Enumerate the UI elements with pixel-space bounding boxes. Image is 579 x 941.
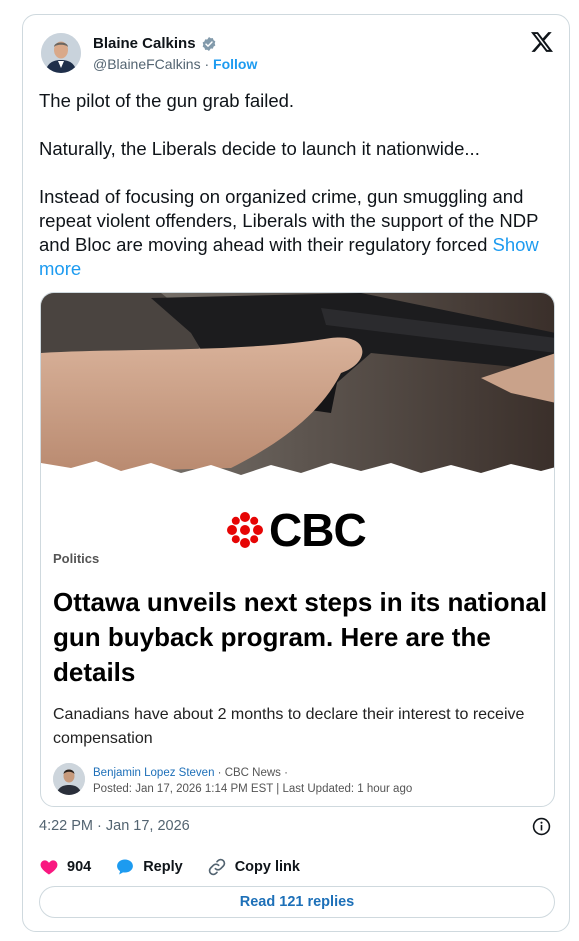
like-count: 904 bbox=[67, 859, 92, 875]
handle-separator: · bbox=[204, 56, 210, 72]
tweet-paragraph: The pilot of the gun grab failed. bbox=[39, 90, 295, 111]
byline-dates: Posted: Jan 17, 2026 1:14 PM EST | Last … bbox=[93, 783, 413, 795]
author-name[interactable]: Blaine Calkins bbox=[93, 35, 196, 52]
copy-link-label: Copy link bbox=[234, 859, 300, 875]
follow-button[interactable]: Follow bbox=[213, 56, 257, 72]
tweet-paragraph: Naturally, the Liberals decide to launch… bbox=[39, 138, 480, 159]
reply-bubble-icon bbox=[117, 859, 134, 875]
cbc-gem-icon bbox=[227, 512, 263, 548]
article-headline[interactable]: Ottawa unveils next steps in its nationa… bbox=[53, 585, 548, 690]
tweet-card: Blaine Calkins @BlaineFCalkins · Follow … bbox=[22, 14, 570, 932]
verified-badge-icon bbox=[202, 36, 215, 51]
reply-button[interactable]: Reply bbox=[115, 857, 183, 877]
byline-author[interactable]: Benjamin Lopez Steven bbox=[93, 767, 214, 779]
like-button[interactable]: 904 bbox=[39, 857, 91, 877]
article-section: Politics bbox=[53, 551, 100, 566]
read-replies-label: Read 121 replies bbox=[239, 894, 355, 910]
info-icon[interactable] bbox=[532, 817, 551, 836]
author-handle[interactable]: @BlaineFCalkins bbox=[93, 56, 201, 72]
link-card[interactable]: CBC Politics Ottawa unveils next steps i… bbox=[40, 292, 555, 807]
heart-icon bbox=[40, 860, 58, 875]
link-icon bbox=[208, 858, 225, 876]
article-byline: Benjamin Lopez Steven · CBC News · Poste… bbox=[93, 765, 412, 797]
cbc-logo: CBC bbox=[227, 504, 367, 556]
author-avatar[interactable] bbox=[41, 33, 81, 73]
action-bar: 904 Reply Copy link bbox=[39, 857, 324, 877]
tweet-paragraph: Instead of focusing on organized crime, … bbox=[39, 186, 539, 255]
tweet-timestamp[interactable]: 4:22 PM · Jan 17, 2026 bbox=[39, 818, 190, 834]
cbc-logo-text: CBC bbox=[269, 504, 367, 556]
tweet-text: The pilot of the gun grab failed. Natura… bbox=[39, 89, 551, 281]
copy-link-button[interactable]: Copy link bbox=[207, 857, 300, 877]
article-summary: Canadians have about 2 months to declare… bbox=[53, 706, 525, 747]
read-replies-button[interactable]: Read 121 replies bbox=[39, 886, 555, 918]
byline-avatar bbox=[53, 763, 85, 795]
x-logo-icon[interactable] bbox=[531, 31, 553, 53]
article-photo bbox=[41, 293, 554, 498]
byline-source: · CBC News · bbox=[214, 767, 288, 779]
reply-label: Reply bbox=[143, 859, 183, 875]
